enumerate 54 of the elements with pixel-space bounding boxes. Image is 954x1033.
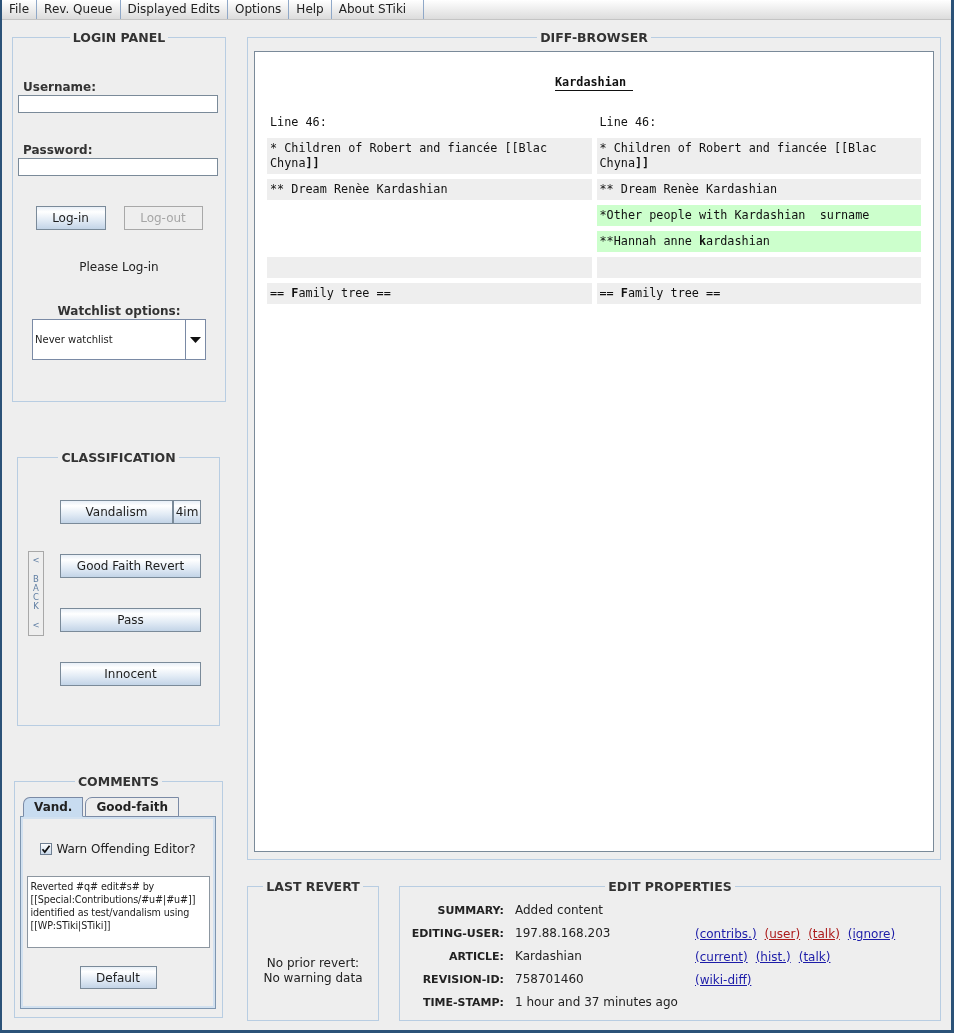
property-label: ARTICLE: <box>448 949 504 965</box>
menu-item[interactable]: Options <box>228 0 290 19</box>
classify-button[interactable]: Vandalism <box>60 500 173 524</box>
property-value: 197.88.168.203 <box>515 925 611 942</box>
property-value: Added content <box>515 902 603 919</box>
checkbox[interactable] <box>40 843 53 855</box>
status-text: Please Log-in <box>78 260 160 275</box>
property-link[interactable]: (wiki-diff) <box>695 971 752 988</box>
classify-button[interactable]: Good Faith Revert <box>60 554 201 578</box>
login-button[interactable]: Log-in <box>35 206 106 230</box>
property-link[interactable]: (hist.) <box>755 948 791 965</box>
tab[interactable]: Vand. <box>23 797 84 817</box>
line-number-label: Line 46: <box>269 115 327 130</box>
property-value: 758701460 <box>515 971 584 988</box>
field-label: Password: <box>23 143 94 158</box>
panel-title: EDIT PROPERTIES <box>607 879 733 894</box>
menu-item[interactable]: File <box>2 0 38 19</box>
property-label: SUMMARY: <box>437 903 504 919</box>
property-label: REVISION-ID: <box>422 972 504 988</box>
field-label: Watchlist options: <box>56 304 182 319</box>
menu-item[interactable]: Help <box>289 0 332 19</box>
panel-title: CLASSIFICATION <box>60 450 177 465</box>
field-label: Username: <box>23 80 98 95</box>
property-value: Kardashian <box>515 948 582 965</box>
line-number-label: Line 46: <box>598 115 657 130</box>
menu-item[interactable]: Displayed Edits <box>120 0 229 19</box>
panel-title: DIFF-BROWSER <box>539 30 649 45</box>
last-revert-message: No prior revert: No warning data <box>262 956 364 986</box>
default-button[interactable]: Default <box>79 966 157 989</box>
panel-title: LOGIN PANEL <box>71 30 167 45</box>
property-link[interactable]: (current) <box>695 948 748 965</box>
property-value: 1 hour and 37 minutes ago <box>515 994 678 1011</box>
property-link[interactable]: (ignore) <box>847 925 896 942</box>
article-title: Kardashian <box>555 75 633 91</box>
panel-title: LAST REVERT <box>265 879 361 894</box>
property-link[interactable]: (talk) <box>798 948 831 965</box>
menu-item[interactable]: Rev. Queue <box>37 0 121 19</box>
property-link[interactable]: (user) <box>764 925 801 942</box>
panel-title: COMMENTS <box>76 774 161 789</box>
caret-icon <box>190 336 201 343</box>
tab[interactable]: Good-faith <box>85 797 180 817</box>
classify-button[interactable]: Pass <box>60 608 201 632</box>
property-link[interactable]: (contribs.) <box>695 925 757 942</box>
property-label: EDITING-USER: <box>411 926 504 942</box>
classify-button[interactable]: Innocent <box>60 662 201 686</box>
property-label: TIME-STAMP: <box>422 995 504 1011</box>
watchlist-dropdown[interactable]: Never watchlist <box>32 319 206 360</box>
input-field[interactable] <box>18 158 218 176</box>
comment-text-area[interactable]: Reverted #q# edit#s# by [[Special:Contributions/#u#|#u#]] identified as test/vandalism using [[WP:STiki|STiki]] <box>26 876 210 948</box>
menu-item[interactable]: About STiki <box>331 0 425 19</box>
input-field[interactable] <box>18 95 218 113</box>
warning-level-button[interactable]: 4im <box>173 500 201 524</box>
checkbox-label: Warn Offending Editor? <box>56 841 196 857</box>
property-link[interactable]: (talk) <box>808 925 840 942</box>
